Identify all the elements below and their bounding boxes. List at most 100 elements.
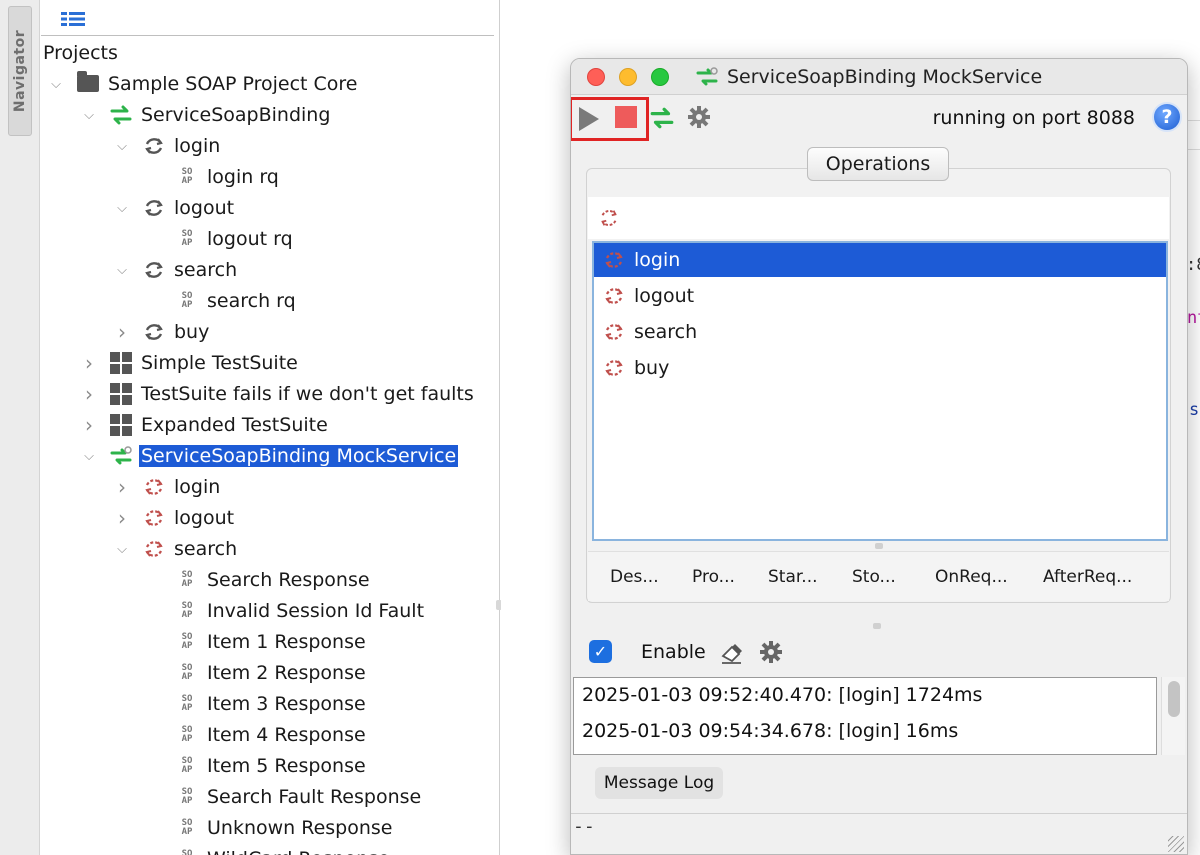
chevron-right-icon[interactable]: › bbox=[81, 413, 97, 437]
tree-item[interactable]: SO AP Item 2 Response bbox=[175, 657, 368, 688]
mock-toolbar: running on port 8088 ? bbox=[571, 95, 1187, 141]
tree-item[interactable]: logout bbox=[142, 192, 236, 223]
tree-item[interactable]: logout bbox=[142, 502, 236, 533]
soap-request-icon: SO AP bbox=[181, 290, 193, 310]
tree-item-label: Item 2 Response bbox=[207, 661, 366, 684]
start-mockservice-icon[interactable] bbox=[579, 107, 599, 131]
chevron-right-icon[interactable]: › bbox=[114, 320, 130, 344]
gear-icon[interactable] bbox=[687, 105, 711, 129]
tree-item[interactable]: Sample SOAP Project Core bbox=[76, 68, 359, 99]
script-subtab[interactable]: AfterReq... bbox=[1043, 567, 1132, 587]
mock-response-icon: SOAP bbox=[181, 693, 193, 713]
operation-icon bbox=[142, 320, 166, 344]
swap-icon[interactable] bbox=[649, 105, 675, 131]
chevron-down-icon[interactable]: ⌵ bbox=[114, 541, 130, 557]
tree-item-label: ServiceSoapBinding MockService bbox=[139, 444, 459, 467]
chevron-down-icon[interactable]: ⌵ bbox=[81, 107, 97, 123]
tree-item-label: Sample SOAP Project Core bbox=[108, 72, 358, 95]
tree-item[interactable]: Simple TestSuite bbox=[109, 347, 300, 378]
operation-list-item[interactable]: buy bbox=[594, 351, 1166, 385]
tree-item[interactable]: SOAP WildCard Response bbox=[175, 843, 392, 855]
script-subtab[interactable]: Pro... bbox=[692, 567, 735, 587]
window-zoom-button[interactable] bbox=[651, 68, 669, 86]
script-subtab[interactable]: Des... bbox=[610, 567, 659, 587]
log-scrollbar[interactable] bbox=[1161, 677, 1185, 755]
mock-response-icon: SOAP bbox=[181, 724, 193, 744]
tree-item-label: Item 4 Response bbox=[207, 723, 366, 746]
enable-checkbox[interactable]: ✓ bbox=[589, 640, 612, 663]
tree-item[interactable]: SO AP Item 3 Response bbox=[175, 688, 368, 719]
help-icon[interactable]: ? bbox=[1152, 102, 1182, 132]
chevron-down-icon[interactable]: ⌵ bbox=[48, 76, 64, 92]
tree-item[interactable]: ServiceSoapBinding MockService bbox=[109, 440, 459, 471]
operation-list-item[interactable]: search bbox=[594, 315, 1166, 349]
mock-response-icon: SOAP bbox=[181, 631, 193, 651]
new-mock-operation-icon[interactable] bbox=[598, 207, 620, 229]
window-titlebar[interactable]: ServiceSoapBinding MockService bbox=[571, 59, 1187, 95]
enable-row: ✓ Enable bbox=[571, 633, 1187, 673]
script-subtab[interactable]: Star... bbox=[768, 567, 818, 587]
tree-item[interactable]: Expanded TestSuite bbox=[109, 409, 330, 440]
editor-edge-divider bbox=[1187, 120, 1200, 150]
editor-edge-text-1: :8 bbox=[1186, 255, 1200, 275]
log-scrollbar-thumb[interactable] bbox=[1168, 681, 1180, 717]
operation-label: search bbox=[634, 321, 698, 343]
script-subtab[interactable]: OnReq... bbox=[935, 567, 1008, 587]
script-subtab[interactable]: Sto... bbox=[852, 567, 896, 587]
tree-item[interactable]: SO AP Unknown Response bbox=[175, 812, 395, 843]
eraser-icon[interactable] bbox=[719, 641, 745, 665]
tree-item[interactable]: login bbox=[142, 471, 222, 502]
chevron-down-icon[interactable]: ⌵ bbox=[114, 200, 130, 216]
chevron-down-icon[interactable]: ⌵ bbox=[114, 262, 130, 278]
folder-icon bbox=[76, 71, 100, 96]
gear-icon[interactable] bbox=[759, 640, 783, 664]
list-view-icon[interactable] bbox=[61, 11, 85, 27]
tree-item[interactable]: ServiceSoapBinding bbox=[109, 99, 332, 130]
tree-item[interactable]: buy bbox=[142, 316, 211, 347]
chevron-right-icon[interactable]: › bbox=[114, 506, 130, 530]
chevron-right-icon[interactable]: › bbox=[114, 475, 130, 499]
mock-response-icon: SOAP bbox=[181, 848, 193, 855]
request-log[interactable]: 2025-01-03 09:52:40.470: [login] 1724ms … bbox=[573, 677, 1157, 755]
tree-item-label: logout bbox=[174, 506, 235, 529]
tree-item[interactable]: SO AP Invalid Session Id Fault bbox=[175, 595, 426, 626]
tree-item[interactable]: SO AP logout rq bbox=[175, 223, 295, 254]
tree-item-label: Search Response bbox=[207, 568, 370, 591]
tree-item[interactable]: SO AP Item 4 Response bbox=[175, 719, 368, 750]
mock-operation-icon bbox=[602, 356, 626, 380]
tree-item[interactable]: search bbox=[142, 533, 239, 564]
window-minimize-button[interactable] bbox=[619, 68, 637, 86]
tree-item-label: Item 5 Response bbox=[207, 754, 366, 777]
window-close-button[interactable] bbox=[587, 68, 605, 86]
mockservice-window: ServiceSoapBinding MockService running o… bbox=[570, 58, 1188, 855]
resize-grip[interactable] bbox=[1168, 836, 1184, 852]
chevron-right-icon[interactable]: › bbox=[81, 351, 97, 375]
message-log-button[interactable]: Message Log bbox=[595, 767, 723, 799]
chevron-right-icon[interactable]: › bbox=[81, 382, 97, 406]
operation-list-item[interactable]: login bbox=[594, 243, 1166, 277]
mock-operation-icon bbox=[602, 248, 626, 272]
tab-operations[interactable]: Operations bbox=[807, 147, 949, 181]
tree-item[interactable]: SO AP search rq bbox=[175, 285, 298, 316]
tree-item[interactable]: SO AP Search Response bbox=[175, 564, 372, 595]
tree-item-label: login bbox=[174, 475, 221, 498]
chevron-down-icon[interactable]: ⌵ bbox=[114, 138, 130, 154]
chevron-down-icon[interactable]: ⌵ bbox=[81, 448, 97, 464]
operation-label: buy bbox=[634, 357, 670, 379]
tree-item[interactable]: search bbox=[142, 254, 239, 285]
editor-edge-text-3: s bbox=[1189, 400, 1200, 420]
operation-list-item[interactable]: logout bbox=[594, 279, 1166, 313]
log-splitter-handle[interactable] bbox=[873, 623, 881, 629]
tree-item[interactable]: SO AP Item 5 Response bbox=[175, 750, 368, 781]
stop-mockservice-icon[interactable] bbox=[615, 106, 637, 128]
log-entry: 2025-01-03 09:52:40.470: [login] 1724ms bbox=[582, 684, 983, 706]
status-bar-text: -- bbox=[573, 816, 595, 837]
tree-item[interactable]: SO AP Search Fault Response bbox=[175, 781, 423, 812]
tree-item[interactable]: TestSuite fails if we don't get faults bbox=[109, 378, 476, 409]
navigator-tab[interactable]: Navigator bbox=[8, 6, 32, 136]
tree-item[interactable]: SO AP Item 1 Response bbox=[175, 626, 368, 657]
operations-splitter-handle[interactable] bbox=[875, 543, 883, 549]
enable-label: Enable bbox=[641, 641, 706, 663]
tree-item[interactable]: login bbox=[142, 130, 222, 161]
tree-item[interactable]: SO AP login rq bbox=[175, 161, 281, 192]
